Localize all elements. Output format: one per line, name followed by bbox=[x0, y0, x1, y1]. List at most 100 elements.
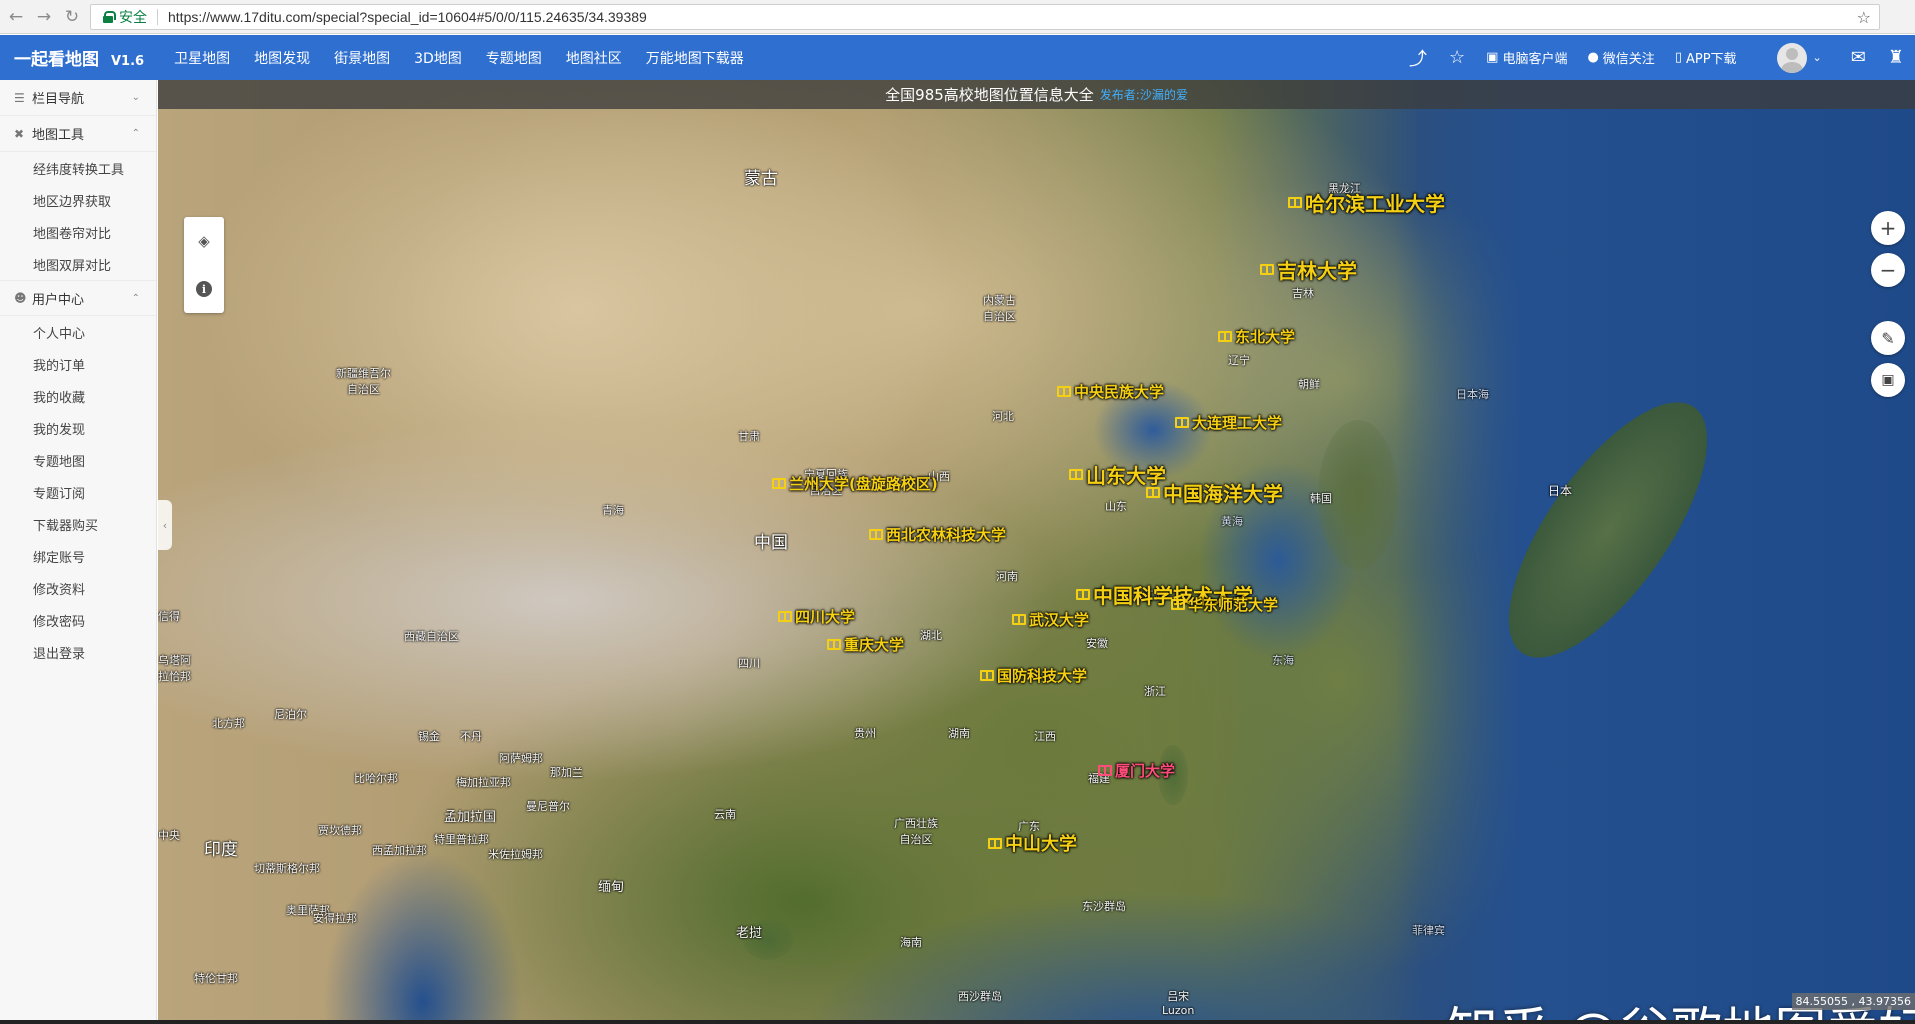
menu-downloader[interactable]: 万能地图下载器 bbox=[646, 48, 744, 68]
address-bar[interactable]: 安全 https://www.17ditu.com/special?specia… bbox=[90, 4, 1880, 30]
sidebar-item-coord-convert[interactable]: 经纬度转换工具 bbox=[0, 152, 156, 184]
university-marker[interactable]: 厦门大学 bbox=[1098, 760, 1175, 781]
sidebar-item-swipe-compare[interactable]: 地图卷帘对比 bbox=[0, 216, 156, 248]
forward-icon[interactable]: → bbox=[32, 5, 56, 29]
university-name: 武汉大学 bbox=[1029, 611, 1090, 629]
university-marker[interactable]: 中国海洋大学 bbox=[1146, 478, 1283, 507]
shirt-icon[interactable]: ♜ bbox=[1888, 47, 1904, 68]
flag-icon bbox=[1012, 614, 1026, 625]
app-download-label: APP下载 bbox=[1685, 52, 1737, 67]
sidebar-item-orders[interactable]: 我的订单 bbox=[0, 348, 156, 380]
sidebar-item-change-password[interactable]: 修改密码 bbox=[0, 604, 156, 636]
university-marker[interactable]: 四川大学 bbox=[778, 606, 855, 627]
place-label: 吕宋 Luzon bbox=[1162, 990, 1195, 1017]
flag-icon bbox=[1098, 765, 1112, 776]
map-canvas[interactable]: 全国985高校地图位置信息大全 发布者:沙漏的爱 ◈ i ‹ + − ✎ ▣ 蒙… bbox=[158, 80, 1915, 1024]
favorite-star-icon[interactable]: ☆ bbox=[1449, 47, 1465, 68]
university-marker[interactable]: 国防科技大学 bbox=[980, 665, 1087, 686]
place-label: 老挝 bbox=[736, 926, 763, 941]
zoom-out-button[interactable]: − bbox=[1871, 253, 1905, 287]
layers-icon[interactable]: ◈ bbox=[192, 229, 216, 253]
reload-icon[interactable]: ↻ bbox=[60, 5, 84, 29]
place-label: 贾坎德邦 bbox=[318, 824, 362, 837]
menu-streetview[interactable]: 街景地图 bbox=[334, 48, 390, 68]
sidebar-group-user-center[interactable]: ☻ 用户中心 ⌃ bbox=[0, 280, 156, 316]
app-download-link[interactable]: ▯ APP下载 bbox=[1675, 48, 1737, 67]
menu-discover[interactable]: 地图发现 bbox=[254, 48, 310, 68]
sidebar-item-thematic[interactable]: 专题地图 bbox=[0, 444, 156, 476]
sidebar-group-navigation[interactable]: ☰ 栏目导航 ⌄ bbox=[0, 80, 156, 116]
sidebar-item-favorites[interactable]: 我的收藏 bbox=[0, 380, 156, 412]
sidebar-item-discoveries[interactable]: 我的发现 bbox=[0, 412, 156, 444]
university-marker[interactable]: 中央民族大学 bbox=[1057, 381, 1164, 402]
sidebar-group-map-tools[interactable]: ✖ 地图工具 ⌃ bbox=[0, 116, 156, 152]
menu-satellite[interactable]: 卫星地图 bbox=[174, 48, 230, 68]
place-label: 青海 bbox=[602, 504, 624, 517]
place-label: 海南 bbox=[900, 936, 922, 949]
sidebar-group-label: 地图工具 bbox=[32, 128, 85, 143]
wechat-link[interactable]: ● 微信关注 bbox=[1587, 48, 1654, 67]
place-label: 尼泊尔 bbox=[274, 708, 307, 721]
sidebar-item-edit-profile[interactable]: 修改资料 bbox=[0, 572, 156, 604]
sidebar-item-subscriptions[interactable]: 专题订阅 bbox=[0, 476, 156, 508]
avatar[interactable] bbox=[1776, 42, 1807, 73]
place-label: 不丹 bbox=[460, 730, 482, 743]
flag-icon bbox=[1218, 331, 1232, 342]
url-text[interactable]: https://www.17ditu.com/special?special_i… bbox=[168, 9, 647, 25]
zoom-in-button[interactable]: + bbox=[1871, 211, 1905, 245]
sidebar: ☰ 栏目导航 ⌄ ✖ 地图工具 ⌃ 经纬度转换工具 地区边界获取 地图卷帘对比 … bbox=[0, 80, 157, 1024]
university-name: 哈尔滨工业大学 bbox=[1305, 192, 1445, 216]
place-label: 湖南 bbox=[948, 727, 970, 740]
menu-3d[interactable]: 3D地图 bbox=[414, 48, 462, 68]
flag-icon bbox=[772, 478, 786, 489]
sidebar-item-logout[interactable]: 退出登录 bbox=[0, 636, 156, 668]
university-marker[interactable]: 华东师范大学 bbox=[1171, 594, 1278, 615]
lock-icon bbox=[103, 11, 116, 23]
brand-logo[interactable]: 一起看地图 V1.6 bbox=[14, 45, 144, 70]
university-marker[interactable]: 大连理工大学 bbox=[1175, 412, 1282, 433]
map-publisher-link[interactable]: 发布者:沙漏的爱 bbox=[1100, 86, 1188, 103]
info-button[interactable]: i bbox=[192, 277, 216, 301]
measure-ruler-icon[interactable]: ✎ bbox=[1871, 321, 1905, 355]
browser-toolbar: ← → ↻ 安全 https://www.17ditu.com/special?… bbox=[0, 0, 1915, 34]
bookmark-star-icon[interactable]: ☆ bbox=[1857, 8, 1871, 27]
sidebar-item-boundary[interactable]: 地区边界获取 bbox=[0, 184, 156, 216]
sidebar-item-buy-downloader[interactable]: 下载器购买 bbox=[0, 508, 156, 540]
phone-icon: ▯ bbox=[1674, 50, 1682, 65]
university-marker[interactable]: 哈尔滨工业大学 bbox=[1288, 188, 1445, 217]
place-label: 内蒙古 自治区 bbox=[983, 294, 1016, 323]
place-label: 菲律宾 bbox=[1412, 924, 1445, 937]
chevron-down-icon[interactable]: ⌄ bbox=[1813, 51, 1822, 64]
back-icon[interactable]: ← bbox=[4, 5, 28, 29]
university-name: 中山大学 bbox=[1005, 834, 1077, 855]
desktop-client-link[interactable]: ▣ 电脑客户端 bbox=[1486, 48, 1567, 67]
sidebar-item-profile[interactable]: 个人中心 bbox=[0, 316, 156, 348]
menu-community[interactable]: 地图社区 bbox=[566, 48, 622, 68]
university-marker[interactable]: 中山大学 bbox=[988, 830, 1077, 856]
mail-icon[interactable]: ✉ bbox=[1851, 47, 1866, 68]
university-marker[interactable]: 吉林大学 bbox=[1260, 255, 1357, 284]
university-marker[interactable]: 西北农林科技大学 bbox=[869, 524, 1006, 545]
user-icon: ☻ bbox=[14, 291, 27, 305]
place-label: 特里普拉邦 bbox=[434, 833, 489, 846]
menu-thematic[interactable]: 专题地图 bbox=[486, 48, 542, 68]
fullscreen-icon[interactable]: ▣ bbox=[1871, 363, 1905, 397]
monitor-icon: ▣ bbox=[1486, 50, 1499, 65]
place-label: 新疆维吾尔 自治区 bbox=[336, 367, 391, 396]
flag-icon bbox=[1288, 197, 1302, 208]
coordinate-readout: 84.55055 , 43.97356 bbox=[1791, 993, 1915, 1010]
sidebar-item-bind-account[interactable]: 绑定账号 bbox=[0, 540, 156, 572]
sidebar-collapse-handle[interactable]: ‹ bbox=[158, 500, 172, 550]
university-marker[interactable]: 东北大学 bbox=[1218, 326, 1295, 347]
university-marker[interactable]: 兰州大学(盘旋路校区) bbox=[772, 473, 938, 494]
place-label: 梅加拉亚邦 bbox=[456, 776, 511, 789]
place-label: 锡金 bbox=[418, 730, 440, 743]
share-icon[interactable]: ⤴ bbox=[1409, 45, 1427, 71]
university-marker[interactable]: 重庆大学 bbox=[827, 634, 904, 655]
brand-name: 一起看地图 bbox=[14, 50, 99, 70]
university-marker[interactable]: 武汉大学 bbox=[1012, 609, 1089, 630]
sidebar-item-dual-compare[interactable]: 地图双屏对比 bbox=[0, 248, 156, 280]
place-label: 比哈尔邦 bbox=[354, 772, 398, 785]
place-label: 蒙古 bbox=[744, 169, 778, 189]
university-name: 中国海洋大学 bbox=[1163, 482, 1283, 506]
